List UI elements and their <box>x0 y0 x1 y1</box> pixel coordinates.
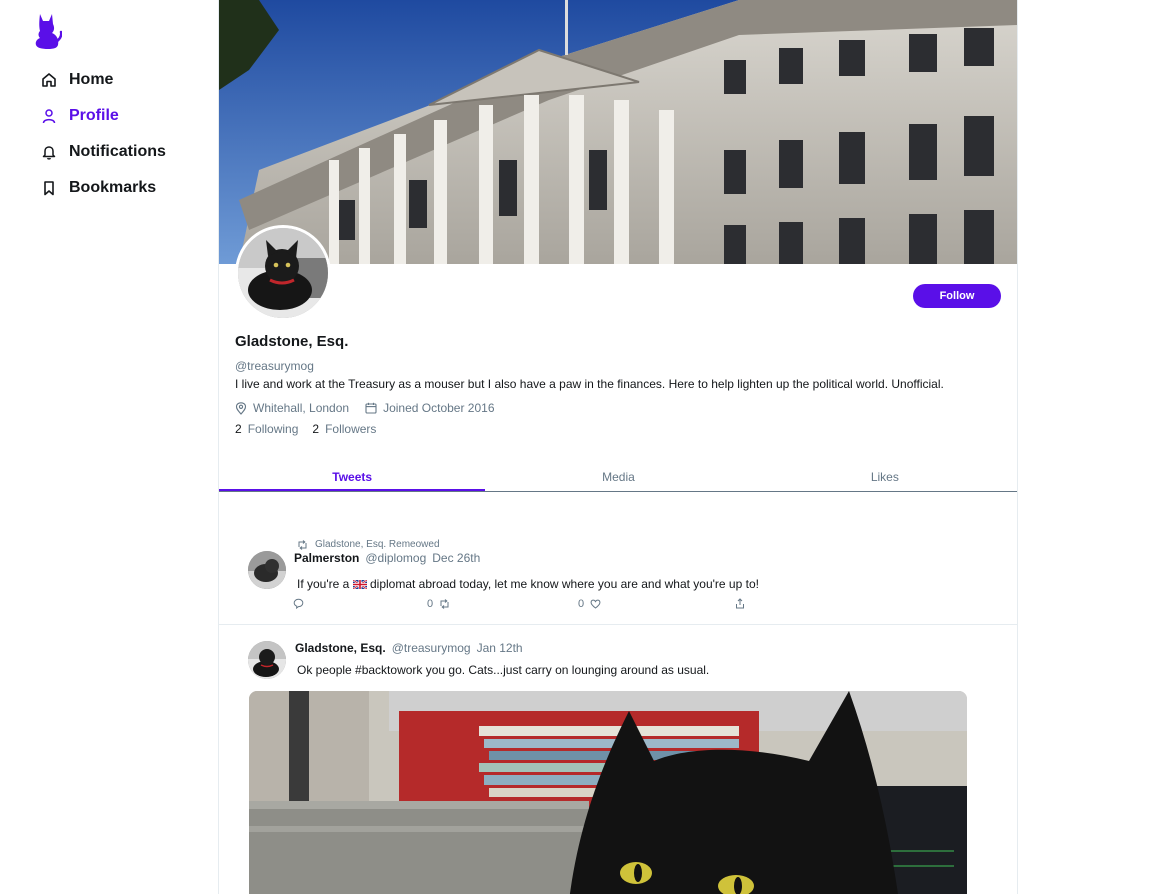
tweet-text-part: diplomat abroad today, let me know where… <box>366 577 759 591</box>
retweeted-by-text: Gladstone, Esq. Remeowed <box>315 539 440 550</box>
share-button[interactable] <box>735 598 745 609</box>
tweet-author-name[interactable]: Palmerston <box>294 551 359 565</box>
tweet-avatar[interactable] <box>248 641 286 679</box>
sidebar-item-label: Home <box>69 71 114 88</box>
uk-flag-icon <box>352 579 368 590</box>
tweet-date[interactable]: Jan 12th <box>477 641 523 655</box>
sidebar: Home Profile Notifications Bookmarks <box>0 0 218 894</box>
bookmark-icon <box>40 180 57 197</box>
tweet-text: If you're a diplomat abroad today, let m… <box>297 577 759 591</box>
tweet-date[interactable]: Dec 26th <box>432 551 480 565</box>
bell-icon <box>40 144 57 161</box>
tweet-author-handle[interactable]: @treasurymog <box>392 641 471 655</box>
reply-button[interactable] <box>293 598 304 609</box>
like-button[interactable]: 0 <box>578 598 601 610</box>
tweet-actions: 0 0 <box>293 598 753 610</box>
page: Home Profile Notifications Bookmarks Fol… <box>0 0 1163 894</box>
sidebar-item-label: Profile <box>69 107 119 124</box>
tab-tweets[interactable]: Tweets <box>219 462 486 491</box>
follow-button[interactable]: Follow <box>913 284 1001 308</box>
followers-label: Followers <box>325 422 377 436</box>
sidebar-item-home[interactable]: Home <box>40 62 166 98</box>
joined-text: Joined October 2016 <box>383 401 495 415</box>
profile-location: Whitehall, London <box>235 401 349 415</box>
location-pin-icon <box>235 401 247 415</box>
profile-avatar[interactable] <box>235 225 331 321</box>
tweet-text-part: If you're a <box>297 577 353 591</box>
retweet-button[interactable]: 0 <box>427 598 450 610</box>
sidebar-item-bookmarks[interactable]: Bookmarks <box>40 170 166 206</box>
tweet-avatar[interactable] <box>248 551 286 589</box>
tab-media[interactable]: Media <box>485 462 751 491</box>
location-text: Whitehall, London <box>253 401 350 415</box>
cat-logo-icon[interactable] <box>34 12 62 50</box>
following-label: Following <box>247 422 299 436</box>
followers-link[interactable]: 2 Followers <box>312 422 376 436</box>
retweet-icon <box>298 539 307 550</box>
profile-name: Gladstone, Esq. <box>235 333 349 350</box>
tweet-image[interactable] <box>249 691 967 894</box>
user-icon <box>40 108 57 125</box>
retweet-indicator: Gladstone, Esq. Remeowed <box>297 539 440 550</box>
tweet-author-handle[interactable]: @diplomog <box>365 551 426 565</box>
tab-likes[interactable]: Likes <box>752 462 1017 491</box>
sidebar-item-notifications[interactable]: Notifications <box>40 134 166 170</box>
followers-count: 2 <box>312 422 320 436</box>
retweet-icon <box>440 599 449 609</box>
tweet-author-name[interactable]: Gladstone, Esq. <box>295 641 386 655</box>
like-count: 0 <box>578 598 585 610</box>
sidebar-nav: Home Profile Notifications Bookmarks <box>40 62 166 206</box>
calendar-icon <box>365 402 377 414</box>
sidebar-item-label: Notifications <box>69 143 166 160</box>
tweet-text: Ok people #backtowork you go. Cats...jus… <box>297 663 710 677</box>
profile-joined: Joined October 2016 <box>365 401 495 415</box>
profile-handle: @treasurymog <box>235 359 314 373</box>
sidebar-item-label: Bookmarks <box>69 179 157 196</box>
profile-tabs: Tweets Media Likes <box>219 462 1017 492</box>
profile-column: Follow Gladstone, Esq. @treasurymog I li… <box>218 0 1018 894</box>
home-icon <box>40 72 57 89</box>
tweet[interactable]: Gladstone, Esq. @treasurymog Jan 12th Ok… <box>219 626 1017 894</box>
sidebar-item-profile[interactable]: Profile <box>40 98 166 134</box>
profile-counts: 2 Following 2 Followers <box>235 422 390 436</box>
tweet-header: Gladstone, Esq. @treasurymog Jan 12th <box>295 641 529 655</box>
reply-icon <box>293 598 304 609</box>
following-link[interactable]: 2 Following <box>235 422 298 436</box>
retweet-count: 0 <box>427 598 434 610</box>
profile-bio: I live and work at the Treasury as a mou… <box>235 377 944 391</box>
heart-icon <box>590 599 601 609</box>
profile-meta: Whitehall, London Joined October 2016 <box>235 401 511 415</box>
tweet[interactable]: Gladstone, Esq. Remeowed Palmerston @dip… <box>219 530 1017 625</box>
following-count: 2 <box>235 422 242 436</box>
profile-banner-image <box>219 0 1017 264</box>
share-icon <box>736 598 744 609</box>
tweet-header: Palmerston @diplomog Dec 26th <box>294 551 486 565</box>
